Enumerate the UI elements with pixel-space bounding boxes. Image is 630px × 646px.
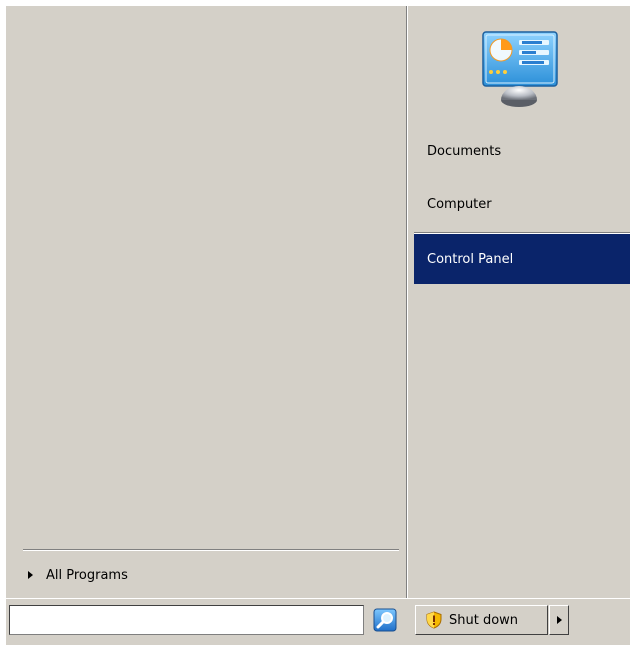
control-panel-icon [477,28,561,108]
left-pane-separator [23,549,399,551]
menu-item-label: Computer [427,196,492,212]
menu-item-control-panel[interactable]: Control Panel [414,234,630,284]
shutdown-options-button[interactable] [549,605,569,635]
shutdown-button[interactable]: Shut down [415,605,548,635]
all-programs-label: All Programs [46,567,128,583]
search-input[interactable] [9,605,364,635]
arrow-right-icon [556,616,562,624]
shield-icon [426,611,442,629]
search-button[interactable] [372,607,398,633]
menu-item-documents[interactable]: Documents [414,134,630,168]
right-pane: Documents Computer Control Panel [408,6,630,598]
arrow-right-icon [28,571,33,579]
menu-item-label: Documents [427,143,502,159]
all-programs-button[interactable]: All Programs [20,564,220,586]
search-icon [373,608,397,632]
shutdown-label: Shut down [449,612,519,628]
bottom-bar: Shut down [6,598,630,646]
menu-item-computer[interactable]: Computer [414,187,630,221]
menu-item-label: Control Panel [427,251,514,267]
left-pane: All Programs [6,6,406,598]
start-menu: All Programs Documents Computer Control … [5,5,630,645]
